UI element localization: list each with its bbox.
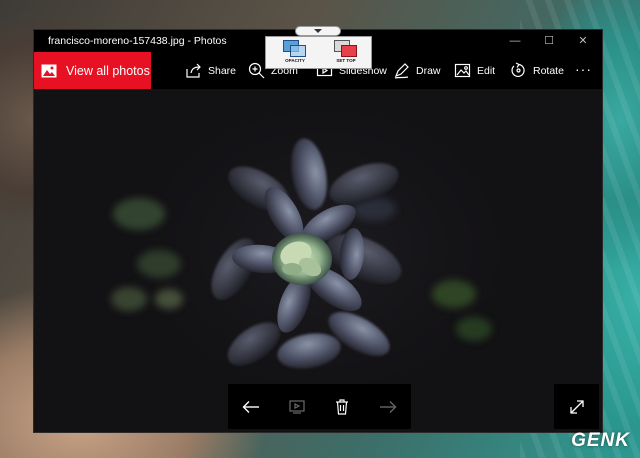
opacity-icon	[283, 40, 307, 57]
chevron-down-icon	[314, 29, 322, 33]
photos-icon	[41, 64, 57, 77]
succulent-photo	[111, 138, 492, 369]
view-all-photos-button[interactable]: View all photos	[34, 52, 151, 89]
window-tools-overlay: OPACITY SET TOP	[265, 36, 372, 69]
watermark-logo: GENK	[571, 430, 630, 451]
window-title: francisco-moreno-157438.jpg - Photos	[48, 35, 227, 47]
set-top-icon	[334, 40, 358, 57]
bottom-navigation	[228, 384, 411, 429]
forward-arrow-icon	[380, 400, 397, 413]
opacity-label: OPACITY	[285, 58, 305, 63]
share-label: Share	[208, 64, 237, 77]
view-all-photos-label: View all photos	[66, 63, 150, 78]
edit-icon	[454, 63, 471, 78]
next-button[interactable]	[373, 392, 403, 422]
delete-icon	[336, 398, 349, 415]
set-top-button[interactable]: SET TOP	[330, 40, 362, 67]
draw-label: Draw	[416, 64, 441, 77]
photo-viewer[interactable]	[34, 89, 602, 432]
more-options-button[interactable]: ···	[575, 61, 592, 77]
share-button[interactable]: Share	[185, 52, 236, 89]
rotate-label: Rotate	[533, 64, 564, 77]
zoom-icon	[248, 62, 265, 79]
back-arrow-icon	[242, 400, 259, 413]
slideshow-nav-button[interactable]	[282, 392, 312, 422]
edit-label: Edit	[477, 64, 496, 77]
draw-button[interactable]: Draw	[393, 52, 441, 89]
opacity-button[interactable]: OPACITY	[279, 40, 311, 67]
share-icon	[186, 63, 201, 78]
fullscreen-icon	[569, 399, 584, 414]
edit-button[interactable]: Edit	[454, 52, 495, 89]
overlay-collapse-handle[interactable]	[295, 26, 341, 36]
delete-button[interactable]	[327, 392, 357, 422]
photos-window: francisco-moreno-157438.jpg - Photos — ☐…	[33, 29, 603, 433]
slideshow-icon	[289, 399, 305, 414]
rotate-button[interactable]: Rotate	[510, 52, 564, 89]
fullscreen-button[interactable]	[554, 384, 599, 429]
minimize-button[interactable]: —	[498, 32, 532, 50]
set-top-label: SET TOP	[336, 58, 356, 63]
close-button[interactable]: ✕	[566, 32, 600, 50]
previous-button[interactable]	[236, 392, 266, 422]
rotate-icon	[511, 62, 525, 78]
draw-icon	[394, 63, 409, 79]
maximize-button[interactable]: ☐	[532, 32, 566, 50]
